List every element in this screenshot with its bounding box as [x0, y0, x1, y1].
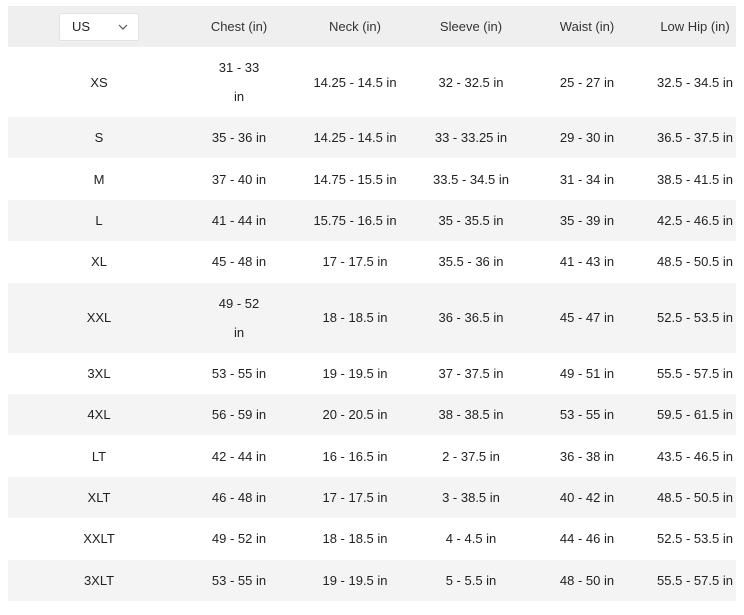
- table-row: XXL 49 - 52 in 18 - 18.5 in 36 - 36.5 in 45 …: [8, 282, 736, 353]
- cell-low-hip: 32.5 - 34.5 in: [654, 47, 736, 117]
- column-header-low-hip: Low Hip (in): [654, 6, 736, 47]
- cell-sleeve: 2 - 37.5 in: [422, 435, 520, 477]
- cell-chest: 53 - 55 in: [190, 352, 288, 394]
- size-label: 4XL: [8, 393, 190, 436]
- cell-neck: 19 - 19.5 in: [288, 559, 422, 601]
- column-header-waist: Waist (in): [520, 6, 654, 47]
- cell-neck: 18 - 18.5 in: [288, 518, 422, 560]
- chevron-down-icon: [118, 24, 128, 30]
- cell-low-hip: 36.5 - 37.5 in: [654, 117, 736, 159]
- cell-low-hip: 55.5 - 57.5 in: [654, 352, 736, 394]
- size-label: 3XL: [8, 352, 190, 394]
- unit-selector[interactable]: US: [59, 12, 139, 41]
- table-row: L 41 - 44 in 15.75 - 16.5 in 35 - 35.5 in 35…: [8, 199, 736, 242]
- size-label: 3XLT: [8, 559, 190, 601]
- unit-selector-cell: US: [8, 6, 190, 47]
- cell-neck: 14.25 - 14.5 in: [288, 47, 422, 117]
- size-label: XLT: [8, 476, 190, 519]
- table-row: XXLT 49 - 52 in 18 - 18.5 in 4 - 4.5 in 44 -…: [8, 518, 736, 560]
- cell-sleeve: 3 - 38.5 in: [422, 476, 520, 519]
- cell-low-hip: 52.5 - 53.5 in: [654, 282, 736, 353]
- cell-sleeve: 35 - 35.5 in: [422, 199, 520, 242]
- cell-waist: 53 - 55 in: [520, 393, 654, 436]
- cell-waist: 40 - 42 in: [520, 476, 654, 519]
- cell-neck: 14.25 - 14.5 in: [288, 117, 422, 159]
- size-label: XXLT: [8, 518, 190, 560]
- cell-low-hip: 59.5 - 61.5 in: [654, 393, 736, 436]
- cell-waist: 31 - 34 in: [520, 158, 654, 200]
- cell-low-hip: 48.5 - 50.5 in: [654, 476, 736, 519]
- size-label: LT: [8, 435, 190, 477]
- cell-chest-text: 31 - 33 in: [218, 60, 260, 104]
- cell-neck: 17 - 17.5 in: [288, 241, 422, 283]
- cell-chest: 42 - 44 in: [190, 435, 288, 477]
- size-label: S: [8, 117, 190, 159]
- cell-low-hip: 43.5 - 46.5 in: [654, 435, 736, 477]
- cell-waist: 45 - 47 in: [520, 282, 654, 353]
- size-label: XL: [8, 241, 190, 283]
- cell-neck: 18 - 18.5 in: [288, 282, 422, 353]
- cell-chest: 46 - 48 in: [190, 476, 288, 519]
- cell-neck: 19 - 19.5 in: [288, 352, 422, 394]
- cell-chest: 31 - 33 in: [190, 47, 288, 117]
- table-row: S 35 - 36 in 14.25 - 14.5 in 33 - 33.25 in 2…: [8, 117, 736, 159]
- header-row: US Chest (in) Neck (in) Sleeve (in) Wais…: [8, 6, 736, 47]
- cell-waist: 29 - 30 in: [520, 117, 654, 159]
- cell-waist: 35 - 39 in: [520, 199, 654, 242]
- cell-chest: 35 - 36 in: [190, 117, 288, 159]
- cell-low-hip: 48.5 - 50.5 in: [654, 241, 736, 283]
- cell-sleeve: 38 - 38.5 in: [422, 393, 520, 436]
- cell-low-hip: 42.5 - 46.5 in: [654, 199, 736, 242]
- cell-chest: 45 - 48 in: [190, 241, 288, 283]
- table-row: XLT 46 - 48 in 17 - 17.5 in 3 - 38.5 in 40 -…: [8, 476, 736, 519]
- size-chart-table: US Chest (in) Neck (in) Sleeve (in) Wais…: [8, 6, 736, 601]
- size-label: M: [8, 158, 190, 200]
- size-label: XS: [8, 47, 190, 117]
- cell-chest: 56 - 59 in: [190, 393, 288, 436]
- table-row: XS 31 - 33 in 14.25 - 14.5 in 32 - 32.5 in 2…: [8, 47, 736, 117]
- cell-chest: 37 - 40 in: [190, 158, 288, 200]
- table-row: LT 42 - 44 in 16 - 16.5 in 2 - 37.5 in 36 - …: [8, 435, 736, 477]
- cell-low-hip: 52.5 - 53.5 in: [654, 518, 736, 560]
- column-header-chest: Chest (in): [190, 6, 288, 47]
- cell-sleeve: 36 - 36.5 in: [422, 282, 520, 353]
- cell-sleeve: 33 - 33.25 in: [422, 117, 520, 159]
- cell-sleeve: 4 - 4.5 in: [422, 518, 520, 560]
- cell-sleeve: 5 - 5.5 in: [422, 559, 520, 601]
- table-row: 4XL 56 - 59 in 20 - 20.5 in 38 - 38.5 in 53 …: [8, 393, 736, 436]
- cell-sleeve: 32 - 32.5 in: [422, 47, 520, 117]
- cell-chest-text: 49 - 52 in: [218, 295, 260, 340]
- cell-waist: 49 - 51 in: [520, 352, 654, 394]
- cell-sleeve: 35.5 - 36 in: [422, 241, 520, 283]
- cell-chest: 49 - 52 in: [190, 518, 288, 560]
- table-row: 3XLT 53 - 55 in 19 - 19.5 in 5 - 5.5 in 48 -…: [8, 559, 736, 601]
- cell-waist: 25 - 27 in: [520, 47, 654, 117]
- cell-chest: 53 - 55 in: [190, 559, 288, 601]
- size-label: XXL: [8, 282, 190, 353]
- unit-selector-value: US: [72, 19, 91, 34]
- cell-waist: 48 - 50 in: [520, 559, 654, 601]
- cell-neck: 17 - 17.5 in: [288, 476, 422, 519]
- size-label: L: [8, 199, 190, 242]
- table-row: 3XL 53 - 55 in 19 - 19.5 in 37 - 37.5 in 49 …: [8, 352, 736, 394]
- cell-neck: 14.75 - 15.5 in: [288, 158, 422, 200]
- cell-neck: 20 - 20.5 in: [288, 393, 422, 436]
- cell-sleeve: 37 - 37.5 in: [422, 352, 520, 394]
- cell-neck: 15.75 - 16.5 in: [288, 199, 422, 242]
- cell-sleeve: 33.5 - 34.5 in: [422, 158, 520, 200]
- cell-waist: 41 - 43 in: [520, 241, 654, 283]
- table-row: M 37 - 40 in 14.75 - 15.5 in 33.5 - 34.5 in…: [8, 158, 736, 200]
- column-header-neck: Neck (in): [288, 6, 422, 47]
- cell-chest: 49 - 52 in: [190, 282, 288, 353]
- table-row: XL 45 - 48 in 17 - 17.5 in 35.5 - 36 in 41 -…: [8, 241, 736, 283]
- column-header-sleeve: Sleeve (in): [422, 6, 520, 47]
- cell-low-hip: 55.5 - 57.5 in: [654, 559, 736, 601]
- cell-chest: 41 - 44 in: [190, 199, 288, 242]
- cell-neck: 16 - 16.5 in: [288, 435, 422, 477]
- cell-waist: 44 - 46 in: [520, 518, 654, 560]
- cell-low-hip: 38.5 - 41.5 in: [654, 158, 736, 200]
- cell-waist: 36 - 38 in: [520, 435, 654, 477]
